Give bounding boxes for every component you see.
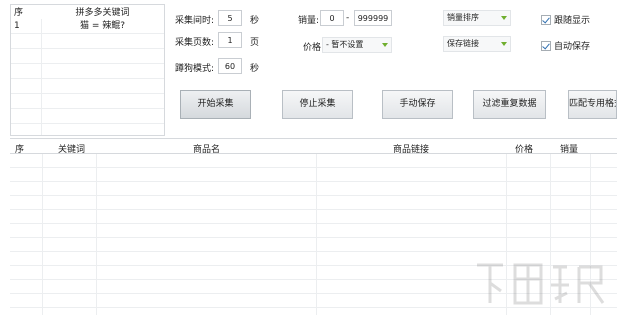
keyword-list-header: 序 拼多多关键词 [11,5,164,19]
auto-save-checkbox[interactable]: 自动保存 [541,39,590,52]
pages-input[interactable] [218,32,242,48]
grid-divider [11,33,164,34]
keyword-index-header: 序 [14,8,24,18]
price-label: 价格: [303,43,325,53]
grid-divider [10,167,617,168]
sales-label: 销量: [298,16,320,26]
chevron-down-icon [501,16,507,20]
sales-min-input[interactable] [320,10,344,26]
pages-unit: 页 [250,38,260,48]
grid-divider [10,153,617,154]
grid-divider [11,108,164,109]
manual-save-button[interactable]: 手动保存 [382,90,453,119]
grid-divider [10,195,617,196]
checkbox-checked-icon [541,40,551,51]
keyword-list-panel[interactable]: 序 拼多多关键词 1 猫 = 辣鲲? [10,4,165,136]
keyword-row-index: 1 [14,21,20,31]
keyword-row-text: 猫 = 辣鲲? [79,21,126,31]
keyword-column-header: 拼多多关键词 [75,8,130,18]
grid-divider [10,251,617,252]
filter-duplicates-button[interactable]: 过滤重复数据 [473,90,546,119]
save-mode-dropdown-value: 保存链接 [447,39,479,48]
sales-range-separator: - [346,13,350,23]
keyword-row[interactable]: 1 猫 = 辣鲲? [11,19,164,33]
grid-divider [10,181,617,182]
chevron-down-icon [501,42,507,46]
grid-divider [11,93,164,94]
chevron-down-icon [382,43,388,47]
watermark-logo-icon [477,263,605,305]
stop-collect-button[interactable]: 停止采集 [282,90,353,119]
auto-save-label: 自动保存 [554,42,591,52]
guard-mode-label: 蹲狗模式: [175,64,215,74]
guard-mode-unit: 秒 [250,64,260,74]
follow-display-label: 跟随显示 [554,16,591,26]
grid-divider [41,19,42,135]
follow-display-checkbox[interactable]: 跟随显示 [541,13,590,26]
interval-label: 采集间时: [175,16,215,26]
grid-divider [10,223,617,224]
pages-label: 采集页数: [175,38,215,48]
interval-input[interactable] [218,10,242,26]
guard-mode-input[interactable] [218,58,242,74]
match-format-button[interactable]: 匹配专用格式 [568,90,617,119]
sort-dropdown-value: 销量排序 [447,13,479,22]
price-dropdown-value: - 暂不设置 [326,40,364,49]
sales-max-input[interactable] [354,10,392,26]
grid-divider [10,237,617,238]
grid-divider [11,123,164,124]
price-dropdown[interactable]: - 暂不设置 [322,37,392,53]
grid-divider [10,209,617,210]
start-collect-button[interactable]: 开始采集 [180,90,251,119]
save-mode-dropdown[interactable]: 保存链接 [443,36,511,52]
grid-divider [316,153,317,315]
grid-divider [11,63,164,64]
grid-divider [11,78,164,79]
grid-divider [11,48,164,49]
grid-divider [42,153,43,315]
interval-unit: 秒 [250,16,260,26]
sort-dropdown[interactable]: 销量排序 [443,10,511,26]
grid-divider [96,153,97,315]
checkbox-checked-icon [541,14,551,25]
